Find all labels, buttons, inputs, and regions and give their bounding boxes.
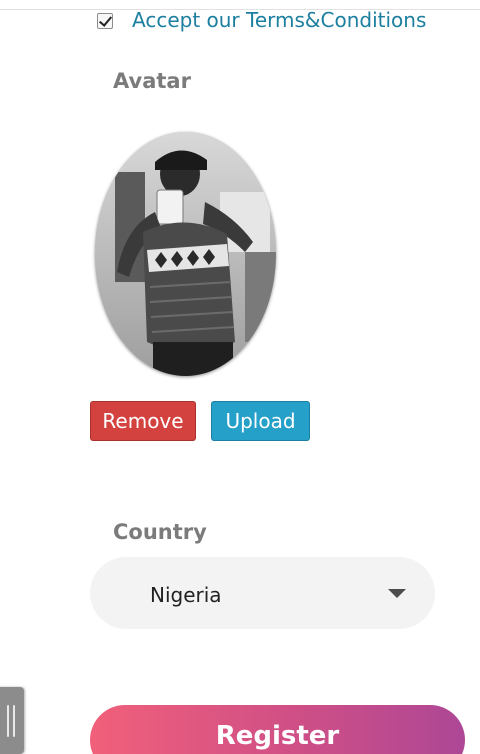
grip-line-icon — [7, 705, 9, 737]
caret-down-icon — [388, 589, 406, 598]
country-label: Country — [113, 520, 207, 544]
registration-form: Accept our Terms&Conditions Avatar Remov… — [0, 0, 480, 754]
terms-row: Accept our Terms&Conditions — [97, 8, 426, 32]
avatar-image — [95, 132, 276, 376]
country-select[interactable]: Nigeria — [90, 557, 435, 629]
terms-link[interactable]: Accept our Terms&Conditions — [132, 8, 426, 32]
avatar-label: Avatar — [113, 69, 191, 93]
country-selected-value: Nigeria — [150, 583, 222, 607]
terms-checkbox[interactable] — [97, 12, 113, 29]
grip-line-icon — [13, 705, 15, 737]
upload-button[interactable]: Upload — [211, 401, 310, 441]
register-button[interactable]: Register — [90, 705, 465, 754]
remove-button[interactable]: Remove — [90, 401, 196, 441]
side-drawer-handle[interactable] — [0, 687, 24, 754]
